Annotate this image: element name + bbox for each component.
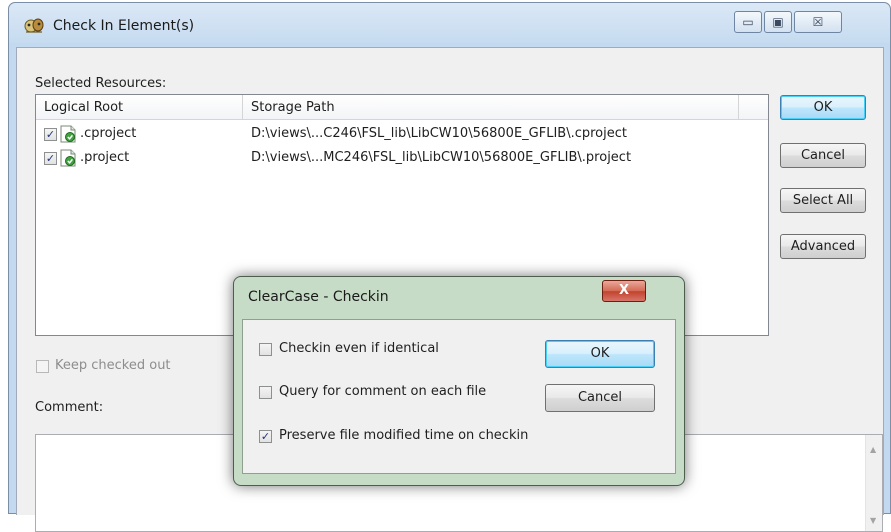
advanced-button[interactable]: Advanced — [780, 234, 866, 259]
checkin-dialog-body: Checkin even if identical Query for comm… — [242, 319, 676, 474]
query-comment-each-file-label: Query for comment on each file — [279, 384, 487, 399]
comment-label: Comment: — [35, 400, 104, 415]
maximize-button[interactable]: ▣ — [764, 11, 792, 33]
ok-button[interactable]: OK — [780, 95, 866, 120]
minimize-button[interactable]: ▭ — [734, 11, 762, 33]
scroll-up-icon[interactable]: ▲ — [870, 445, 876, 454]
checkin-dialog: ClearCase - Checkin X Checkin even if id… — [233, 276, 685, 486]
selected-resources-label: Selected Resources: — [35, 76, 167, 91]
checkin-dialog-title: ClearCase - Checkin — [248, 289, 389, 305]
scroll-down-icon[interactable]: ▼ — [870, 516, 876, 525]
window-title: Check In Element(s) — [53, 18, 195, 34]
row-checkbox[interactable]: ✓ — [44, 128, 57, 141]
select-all-button[interactable]: Select All — [780, 188, 866, 213]
storage-path-cell: D:\views\...C246\FSL_lib\LibCW10\56800E_… — [251, 126, 627, 141]
column-header-filler — [739, 95, 768, 120]
checkin-even-if-identical-label: Checkin even if identical — [279, 341, 439, 356]
row-checkbox[interactable]: ✓ — [44, 152, 57, 165]
storage-path-cell: D:\views\...MC246\FSL_lib\LibCW10\56800E… — [251, 150, 632, 165]
logical-root-cell: .project — [80, 150, 130, 165]
checkin-dialog-close-button[interactable]: X — [602, 280, 646, 302]
column-header-storage-path[interactable]: Storage Path — [243, 95, 738, 120]
checkin-even-if-identical-checkbox[interactable] — [259, 343, 272, 356]
close-button[interactable]: ☒ — [794, 11, 842, 33]
cancel-button[interactable]: Cancel — [780, 143, 866, 168]
query-comment-each-file-checkbox[interactable] — [259, 386, 272, 399]
comment-scrollbar[interactable]: ▲ ▼ — [865, 435, 882, 531]
close-icon: X — [618, 283, 630, 298]
column-header-logical-root[interactable]: Logical Root — [36, 95, 242, 120]
minimize-icon: ▭ — [742, 15, 754, 29]
close-icon: ☒ — [812, 15, 824, 29]
table-row[interactable]: ✓ .cproject D:\views\...C246\FSL_lib\Lib… — [36, 123, 768, 147]
maximize-icon: ▣ — [772, 15, 784, 29]
checkin-cancel-button[interactable]: Cancel — [545, 384, 655, 412]
preserve-modified-time-checkbox[interactable]: ✓ — [259, 430, 272, 443]
preserve-modified-time-label: Preserve file modified time on checkin — [279, 428, 529, 443]
keep-checked-out-label: Keep checked out — [55, 358, 171, 373]
clearcase-checkin-icon — [24, 18, 44, 33]
logical-root-cell: .cproject — [80, 126, 137, 141]
checkin-ok-button[interactable]: OK — [545, 340, 655, 368]
keep-checked-out-checkbox[interactable] — [36, 360, 49, 373]
project-file-icon — [60, 125, 76, 143]
table-row[interactable]: ✓ .project D:\views\...MC246\FSL_lib\Lib… — [36, 147, 768, 171]
project-file-icon — [60, 149, 76, 167]
